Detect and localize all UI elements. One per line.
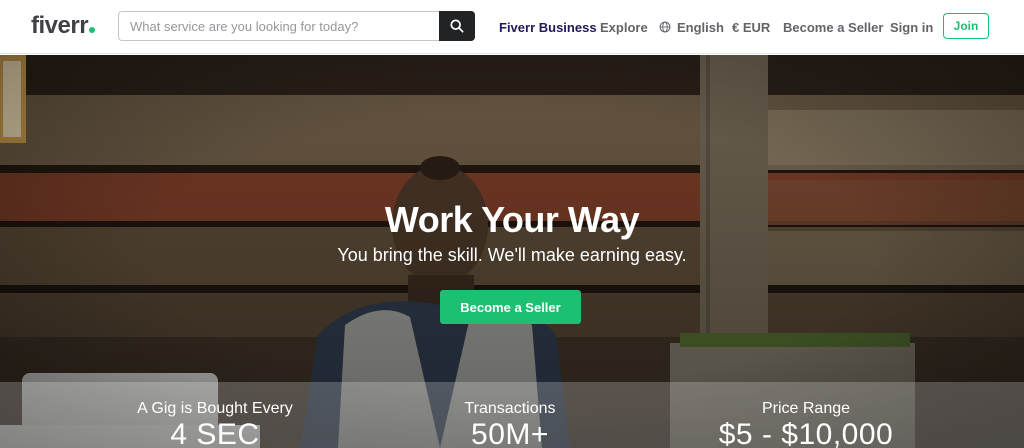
globe-icon bbox=[659, 21, 671, 33]
nav-currency[interactable]: € EUR bbox=[732, 0, 770, 54]
become-seller-button[interactable]: Become a Seller bbox=[440, 290, 581, 324]
top-nav-bar: fiverr Fiverr Business Explore English €… bbox=[0, 0, 1024, 54]
search-icon bbox=[450, 19, 464, 33]
search-input[interactable] bbox=[118, 11, 439, 41]
nav-explore[interactable]: Explore bbox=[600, 0, 648, 54]
nav-language-label: English bbox=[677, 19, 724, 35]
fiverr-logo[interactable]: fiverr bbox=[31, 12, 96, 40]
nav-fiverr-business[interactable]: Fiverr Business bbox=[499, 0, 597, 54]
hero-title: Work Your Way bbox=[384, 199, 640, 240]
hero-subtitle: You bring the skill. We'll make earning … bbox=[337, 245, 687, 265]
stat-value: $5 - $10,000 bbox=[718, 418, 894, 448]
stat-transactions: Transactions 50M+ bbox=[360, 382, 660, 448]
stat-label: Transactions bbox=[464, 400, 556, 417]
logo-text: fiverr bbox=[31, 12, 89, 39]
stat-label: A Gig is Bought Every bbox=[137, 400, 293, 417]
join-button[interactable]: Join bbox=[943, 13, 989, 39]
stat-gig-frequency: A Gig is Bought Every 4 SEC bbox=[65, 382, 365, 448]
stat-price-range: Price Range $5 - $10,000 bbox=[656, 382, 956, 448]
stat-label: Price Range bbox=[761, 400, 851, 417]
hero-banner: Work Your Way You bring the skill. We'll… bbox=[0, 55, 1024, 448]
logo-dot bbox=[89, 27, 96, 33]
stats-bar: A Gig is Bought Every 4 SEC Transactions… bbox=[0, 382, 1024, 448]
nav-language[interactable]: English bbox=[659, 0, 724, 54]
search-button[interactable] bbox=[439, 11, 475, 41]
nav-sign-in[interactable]: Sign in bbox=[890, 0, 933, 54]
nav-become-seller[interactable]: Become a Seller bbox=[783, 0, 883, 54]
stat-value: 4 SEC bbox=[170, 418, 260, 448]
search-bar bbox=[118, 11, 475, 41]
stat-value: 50M+ bbox=[471, 418, 549, 448]
